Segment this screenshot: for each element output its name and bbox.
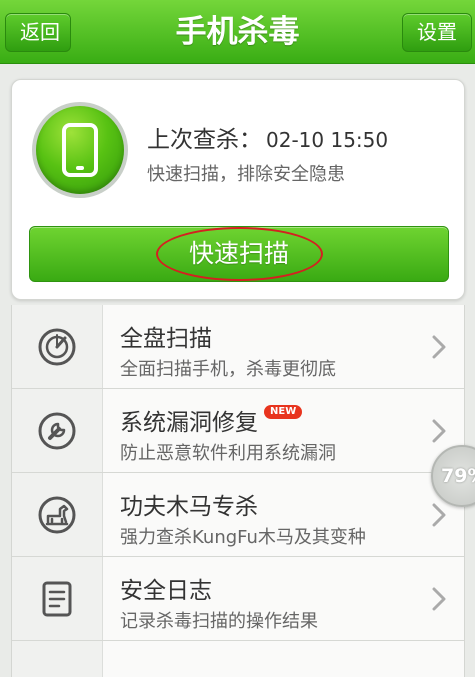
wrench-icon [38, 412, 76, 450]
last-scan-time: 02-10 15:50 [266, 128, 389, 152]
phone-icon [36, 106, 124, 194]
last-scan-label: 上次查杀： [147, 127, 262, 153]
list-item-title-text: 系统漏洞修复 [120, 410, 258, 436]
header-bar: 返回 手机杀毒 设置 [0, 0, 475, 64]
list-item-subtitle: 防止恶意软件利用系统漏洞 [120, 443, 336, 464]
chevron-right-icon [432, 335, 446, 359]
feature-list: 全盘扫描 全面扫描手机，杀毒更彻底 系统漏洞修复 NEW 防止恶意软件利用系统漏洞 [11, 305, 465, 677]
chevron-right-icon [432, 503, 446, 527]
red-annotation-circle [156, 227, 323, 281]
last-scan-info: 上次查杀： 02-10 15:50 [147, 120, 388, 154]
list-item-subtitle: 强力查杀KungFu木马及其变种 [120, 527, 366, 548]
settings-button[interactable]: 设置 [402, 13, 472, 52]
list-item-subtitle: 记录杀毒扫描的操作结果 [120, 611, 318, 632]
list-item-title: 全盘扫描 [120, 326, 212, 352]
new-badge: NEW [264, 405, 303, 419]
chevron-right-icon [432, 587, 446, 611]
list-item-title: 安全日志 [120, 578, 212, 604]
list-item-full-scan[interactable]: 全盘扫描 全面扫描手机，杀毒更彻底 [12, 305, 464, 389]
list-item-title: 系统漏洞修复 NEW [120, 403, 303, 437]
log-document-icon [42, 581, 72, 617]
chevron-right-icon [432, 419, 446, 443]
list-item-subtitle: 全面扫描手机，杀毒更彻底 [120, 359, 336, 380]
scan-status-card: 上次查杀： 02-10 15:50 快速扫描，排除安全隐患 快速扫描 [11, 79, 465, 300]
quick-scan-button[interactable]: 快速扫描 [29, 226, 449, 282]
percent-label: 79% [441, 465, 475, 487]
phone-status-badge [32, 102, 128, 198]
list-item-security-log[interactable]: 安全日志 记录杀毒扫描的操作结果 [12, 557, 464, 641]
antivirus-screen: 返回 手机杀毒 设置 上次查杀： 02-10 15:50 快速扫描，排除安全隐患 … [0, 0, 475, 677]
list-item-title: 功夫木马专杀 [120, 494, 258, 520]
trojan-horse-icon [38, 496, 76, 534]
scan-subtitle: 快速扫描，排除安全隐患 [147, 164, 345, 185]
list-item-trojan-killer[interactable]: 功夫木马专杀 强力查杀KungFu木马及其变种 [12, 473, 464, 557]
full-scan-icon [38, 328, 76, 366]
list-item-vulnerability-fix[interactable]: 系统漏洞修复 NEW 防止恶意软件利用系统漏洞 [12, 389, 464, 473]
